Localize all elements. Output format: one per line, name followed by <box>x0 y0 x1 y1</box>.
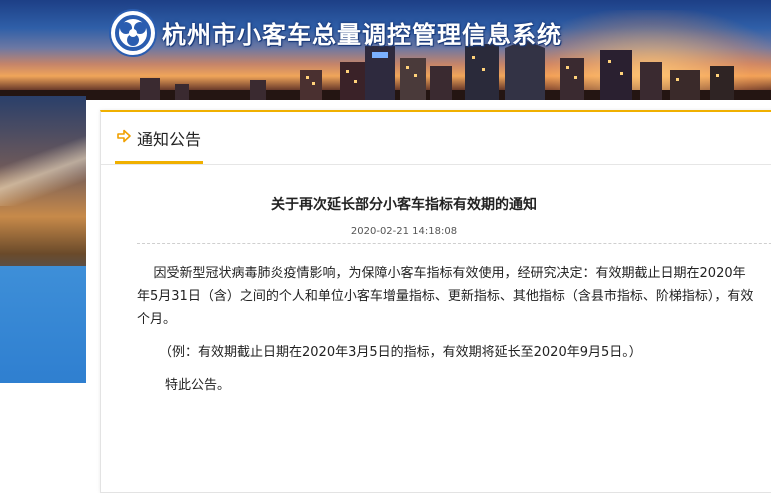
notice-body-line: 年5月31日（含）之间的个人和单位小客车增量指标、更新指标、其他指标（含县市指标… <box>137 289 754 304</box>
arrow-right-icon <box>117 129 131 143</box>
notice-date: 2020-02-21 14:18:08 <box>350 226 458 237</box>
section-title[interactable]: 通知公告 <box>137 126 201 150</box>
header-banner: 杭州市小客车总量调控管理信息系统 <box>0 0 771 100</box>
section-title-underline <box>115 161 203 164</box>
notice-body-line: 个月。 <box>137 312 177 327</box>
side-decorative-photo <box>0 96 86 383</box>
hangzhou-emblem-icon <box>109 9 157 57</box>
notice-body: 因受新型冠状病毒肺炎疫情影响，为保障小客车指标有效使用，经研究决定：有效期截止日… <box>137 262 753 331</box>
notice-body-line: 因受新型冠状病毒肺炎疫情影响，为保障小客车指标有效使用，经研究决定：有效期截止日… <box>137 266 746 281</box>
notice-closing: 特此公告。 <box>165 378 231 393</box>
notice-title: 关于再次延长部分小客车指标有效期的通知 <box>271 197 537 213</box>
site-title: 杭州市小客车总量调控管理信息系统 <box>162 21 562 49</box>
notice-example: （例：有效期截止日期在2020年3月5日的指标，有效期将延长至2020年9月5日… <box>159 345 642 360</box>
light-beam <box>0 136 86 206</box>
panel-header: 通知公告 <box>101 112 771 165</box>
notice-panel: 通知公告 关于再次延长部分小客车指标有效期的通知 2020-02-21 14:1… <box>100 110 771 493</box>
dashed-divider <box>137 243 771 244</box>
lake-water <box>0 266 86 383</box>
